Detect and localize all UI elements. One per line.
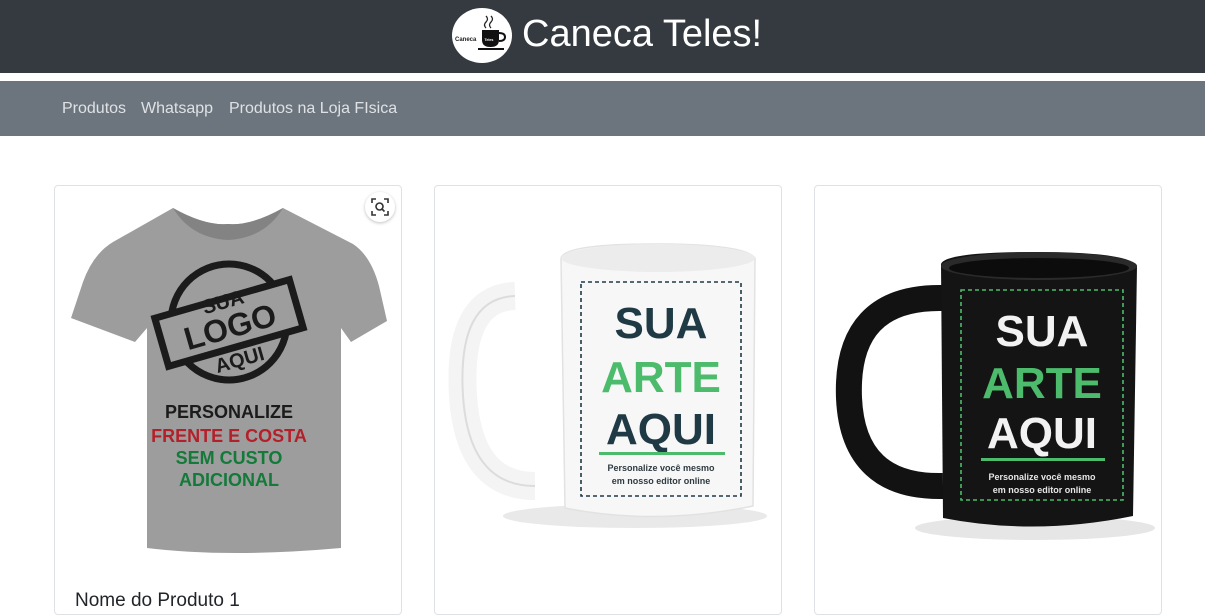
site-title: Caneca Teles! <box>522 13 763 55</box>
main-nav: Produtos Whatsapp Produtos na Loja FIsic… <box>0 81 1205 136</box>
mug-underline <box>981 458 1105 461</box>
product-card[interactable]: SUA ARTE AQUI Personalize você mesmo em … <box>814 185 1162 615</box>
mug-caption-1: Personalize você mesmo <box>988 472 1096 482</box>
header-bar: Caneca Teles Caneca Teles! <box>0 0 1205 73</box>
mug-line-sua: SUA <box>615 299 708 348</box>
mug-line-aqui: AQUI <box>606 405 716 454</box>
product-card[interactable]: SUA LOGO AQUI PERSONALIZE FRENTE E COSTA… <box>54 185 402 615</box>
mug-line-arte: ARTE <box>982 359 1102 408</box>
mug-line-aqui: AQUI <box>987 409 1097 458</box>
print-line-frente-costa: FRENTE E COSTA <box>151 426 307 446</box>
nav-link-loja-fisica[interactable]: Produtos na Loja FIsica <box>229 100 397 118</box>
print-line-personalize: PERSONALIZE <box>165 402 293 422</box>
mug-line-sua: SUA <box>996 307 1089 356</box>
nav-link-produtos[interactable]: Produtos <box>62 100 126 118</box>
coffee-cup-icon: Caneca Teles <box>455 15 507 50</box>
print-line-adicional: ADICIONAL <box>179 470 279 490</box>
product-title[interactable]: Nome do Produto 1 <box>75 590 240 612</box>
header-divider <box>0 73 1205 81</box>
mug-caption-2: em nosso editor online <box>993 485 1092 495</box>
brand-logo[interactable]: Caneca Teles <box>452 8 512 63</box>
logo-text: Caneca <box>455 37 477 43</box>
zoom-scan-icon <box>371 198 389 216</box>
product-image-black-mug[interactable]: SUA ARTE AQUI Personalize você mesmo em … <box>815 186 1161 576</box>
zoom-button[interactable] <box>365 192 395 222</box>
product-card[interactable]: SUA ARTE AQUI Personalize você mesmo em … <box>434 185 782 615</box>
nav-link-whatsapp[interactable]: Whatsapp <box>141 100 213 118</box>
product-image-white-mug[interactable]: SUA ARTE AQUI Personalize você mesmo em … <box>435 186 781 576</box>
mug-caption-1: Personalize você mesmo <box>607 463 715 473</box>
product-image-tshirt[interactable]: SUA LOGO AQUI PERSONALIZE FRENTE E COSTA… <box>55 186 401 576</box>
logo-badge: Teles <box>485 38 494 42</box>
mug-line-arte: ARTE <box>601 353 721 402</box>
mug-underline <box>599 452 725 455</box>
mug-caption-2: em nosso editor online <box>612 476 711 486</box>
print-line-sem-custo: SEM CUSTO <box>176 448 283 468</box>
